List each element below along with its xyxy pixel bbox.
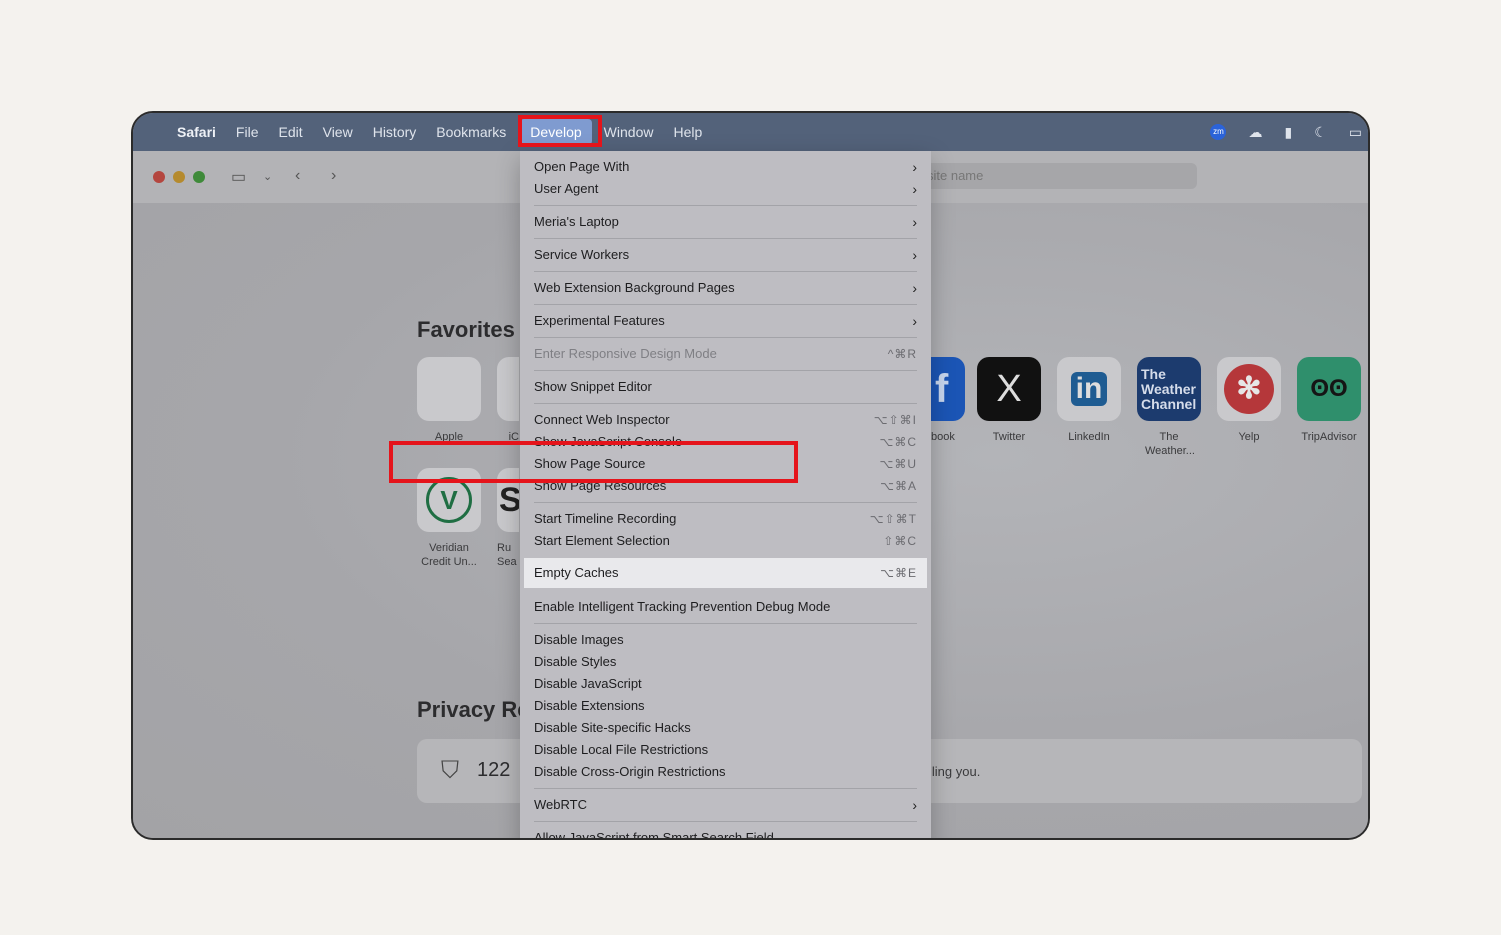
separator [534, 821, 917, 822]
favorite-label: The Weather... [1145, 431, 1195, 457]
address-placeholder: site name [927, 168, 984, 183]
menu-view[interactable]: View [313, 119, 363, 145]
separator [534, 370, 917, 371]
back-icon[interactable]: ‹ [295, 167, 300, 185]
weather-channel-icon: The Weather Channel [1137, 357, 1201, 421]
menu-item-disable-styles[interactable]: Disable Styles [534, 651, 917, 673]
minimize-button[interactable] [173, 171, 185, 183]
address-bar[interactable]: site name [919, 163, 1197, 189]
sidebar-icon[interactable]: ▭ [231, 167, 246, 187]
favorite-twitter[interactable]: X Twitter [977, 357, 1041, 444]
menu-item-disable-site-hacks[interactable]: Disable Site-specific Hacks [534, 717, 917, 739]
separator [534, 502, 917, 503]
favorite-tripadvisor[interactable]: ʘʘ TripAdvisor [1297, 357, 1361, 444]
tracker-count: 122 [477, 759, 511, 781]
forward-icon[interactable]: › [331, 167, 336, 185]
separator [534, 337, 917, 338]
zoom-icon[interactable]: zm [1210, 124, 1227, 140]
menu-item-timeline[interactable]: Start Timeline Recording ⌥⇧⌘T [534, 508, 917, 530]
menu-help[interactable]: Help [663, 119, 712, 145]
menu-item-element-selection[interactable]: Start Element Selection ⇧⌘C [534, 530, 917, 552]
menu-bookmarks[interactable]: Bookmarks [426, 119, 516, 145]
close-button[interactable] [153, 171, 165, 183]
battery-icon[interactable]: ▭ [1349, 124, 1362, 141]
chevron-right-icon: › [912, 181, 917, 197]
favorite-veridian[interactable]: V Veridian Credit Un... [417, 468, 481, 569]
favorites-title: Favorites [417, 317, 515, 342]
maximize-button[interactable] [193, 171, 205, 183]
menu-safari[interactable]: Safari [167, 119, 226, 145]
menu-item-experimental[interactable]: Experimental Features › [534, 310, 917, 332]
favorite-ru[interactable]: S Ru Sea [497, 468, 519, 569]
menu-item-user-agent[interactable]: User Agent › [534, 178, 917, 200]
favorite-label: TripAdvisor [1301, 431, 1357, 443]
menu-item-snippet-editor[interactable]: Show Snippet Editor [534, 376, 917, 398]
separator [534, 304, 917, 305]
wifi-cloud-icon[interactable]: ☁ [1248, 124, 1262, 141]
chevron-down-icon[interactable]: ⌄ [263, 170, 272, 183]
apple-icon [417, 357, 481, 421]
favorite-label: Veridian Credit Un... [421, 542, 477, 568]
chevron-right-icon: › [912, 159, 917, 175]
menu-item-disable-cors[interactable]: Disable Cross-Origin Restrictions [534, 761, 917, 783]
menu-file[interactable]: File [226, 119, 269, 145]
icloud-icon [497, 357, 519, 421]
menu-history[interactable]: History [363, 119, 427, 145]
separator [534, 788, 917, 789]
favorite-label: book [931, 431, 955, 443]
separator [534, 238, 917, 239]
favorite-label: Ru Sea [497, 542, 517, 568]
moon-icon[interactable]: ☾ [1314, 124, 1327, 141]
menu-item-disable-extensions[interactable]: Disable Extensions [534, 695, 917, 717]
menu-item-webrtc[interactable]: WebRTC › [534, 794, 917, 816]
favorite-icloud[interactable]: iC [497, 357, 519, 444]
develop-menu: Open Page With › User Agent › Meria's Lapt… [520, 151, 931, 838]
separator [534, 403, 917, 404]
separator [534, 271, 917, 272]
menu-item-empty-caches[interactable]: Empty Caches ⌥⌘E [524, 558, 927, 588]
privacy-report-title: Privacy Re [417, 697, 530, 722]
menu-item-itp-debug[interactable]: Enable Intelligent Tracking Prevention D… [534, 596, 917, 618]
privacy-text: iling you. [929, 764, 981, 779]
develop-highlight-box [518, 115, 602, 147]
favorite-label: LinkedIn [1068, 431, 1110, 443]
menu-item-laptop[interactable]: Meria's Laptop › [534, 211, 917, 233]
menu-window[interactable]: Window [594, 119, 664, 145]
menu-item-web-extension[interactable]: Web Extension Background Pages › [534, 277, 917, 299]
favorite-label: Twitter [992, 431, 1026, 443]
menu-item-open-page-with[interactable]: Open Page With › [534, 156, 917, 178]
bookmark-icon[interactable]: ▮ [1284, 124, 1292, 141]
chevron-right-icon: › [912, 313, 917, 329]
menu-item-disable-images[interactable]: Disable Images [534, 629, 917, 651]
chevron-right-icon: › [912, 280, 917, 296]
chevron-right-icon: › [912, 214, 917, 230]
menu-item-allow-js-smart-search[interactable]: Allow JavaScript from Smart Search Field [534, 827, 917, 838]
favorite-linkedin[interactable]: in LinkedIn [1057, 357, 1121, 444]
menu-item-disable-local-file[interactable]: Disable Local File Restrictions [534, 739, 917, 761]
separator [534, 205, 917, 206]
favorite-yelp[interactable]: ✻ Yelp [1217, 357, 1281, 444]
favorite-weather[interactable]: The Weather Channel The Weather... [1137, 357, 1201, 458]
linkedin-icon: in [1057, 357, 1121, 421]
menu-item-connect-inspector[interactable]: Connect Web Inspector ⌥⇧⌘I [534, 409, 917, 431]
chevron-right-icon: › [912, 247, 917, 263]
status-icons: zm ☁ ▮ ☾ ▭ [1210, 113, 1362, 151]
favorite-label: Yelp [1238, 431, 1260, 443]
chevron-right-icon: › [912, 797, 917, 813]
menu-item-disable-javascript[interactable]: Disable JavaScript [534, 673, 917, 695]
facebook-icon: f [931, 357, 965, 421]
yelp-icon: ✻ [1217, 357, 1281, 421]
empty-caches-highlight-box [389, 441, 798, 483]
favorite-facebook[interactable]: f book [931, 357, 965, 444]
separator [534, 623, 917, 624]
shield-icon: ⛉ [441, 757, 459, 784]
x-icon: X [977, 357, 1041, 421]
tripadvisor-icon: ʘʘ [1297, 357, 1361, 421]
favorite-apple[interactable]: Apple [417, 357, 481, 444]
menu-item-service-workers[interactable]: Service Workers › [534, 244, 917, 266]
menu-edit[interactable]: Edit [268, 119, 312, 145]
menu-item-responsive-design: Enter Responsive Design Mode ^⌘R [534, 346, 917, 361]
menu-bar: Safari File Edit View History Bookmarks … [133, 113, 1368, 151]
